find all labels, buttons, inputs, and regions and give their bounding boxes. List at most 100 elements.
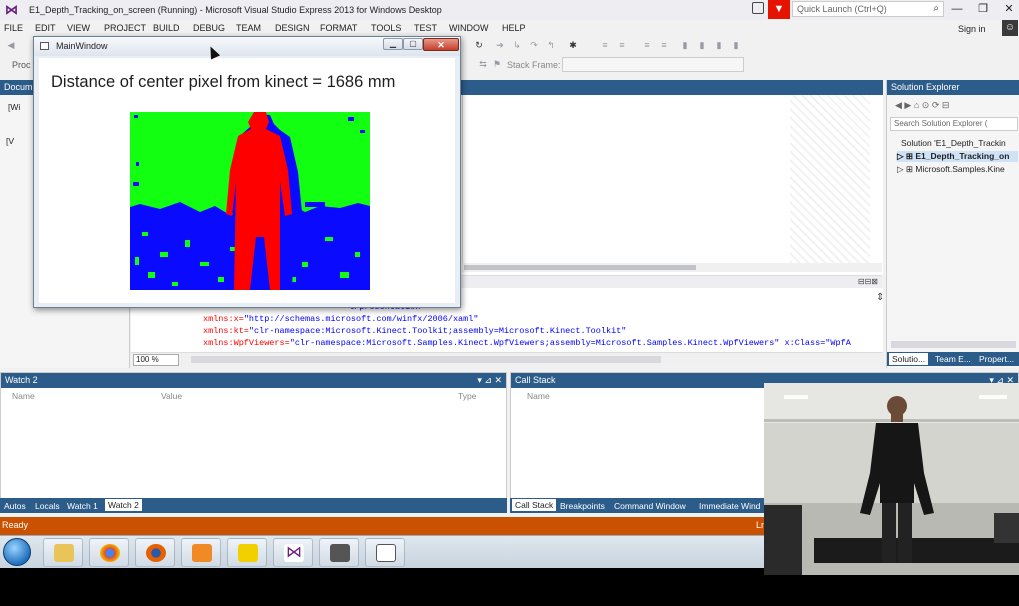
main-window-titlebar[interactable]: MainWindow ▁ ▢ ✕ <box>34 37 460 56</box>
outline-item-view[interactable]: [V <box>6 136 14 146</box>
zoom-select[interactable]: 100 % <box>133 354 179 366</box>
back-icon[interactable]: ◀ <box>6 40 16 50</box>
visual-studio-logo-icon: ⋈ <box>5 2 18 17</box>
step-over-icon[interactable]: ↷ <box>529 40 539 50</box>
depth-image <box>130 112 370 290</box>
step-into-icon[interactable]: ↳ <box>512 40 522 50</box>
indent-icon[interactable]: ≡ <box>642 40 652 50</box>
bookmark-clear-icon[interactable]: ▮ <box>731 40 741 50</box>
editor-zoom-bar: 100 % <box>131 352 883 366</box>
media-player-icon <box>192 544 212 562</box>
step-out-icon[interactable]: ↰ <box>546 40 556 50</box>
menu-format[interactable]: FORMAT <box>320 23 357 33</box>
expand-icon[interactable]: ⇕ <box>876 292 884 303</box>
start-button-icon[interactable] <box>3 538 31 566</box>
menu-window[interactable]: WINDOW <box>449 23 489 33</box>
menu-test[interactable]: TEST <box>414 23 437 33</box>
menu-bar: FILE EDIT VIEW PROJECT BUILD DEBUG TEAM … <box>0 20 1019 36</box>
designer-horizontal-scrollbar[interactable] <box>462 263 882 272</box>
menu-help[interactable]: HELP <box>502 23 526 33</box>
solution-explorer-panel: Solution Explorer ◀ ▶ ⌂ ⊙ ⟳ ⊟ Search Sol… <box>886 80 1019 368</box>
column-name: Name <box>527 391 550 401</box>
tab-properties[interactable]: Propert... <box>979 354 1014 364</box>
outline-item-window[interactable]: [Wi <box>8 102 20 112</box>
menu-project[interactable]: PROJECT <box>104 23 146 33</box>
project-node-e1[interactable]: ▷ ⊞ E1_Depth_Tracking_on <box>897 151 1018 162</box>
taskbar-media-player[interactable] <box>181 538 221 567</box>
tab-watch2[interactable]: Watch 2 <box>105 499 142 511</box>
menu-view[interactable]: VIEW <box>67 23 90 33</box>
restore-icon[interactable]: ❐ <box>972 2 994 17</box>
solution-scrollbar[interactable] <box>891 341 1016 348</box>
status-text: Ready <box>2 520 29 530</box>
bookmark-next-icon[interactable]: ▮ <box>714 40 724 50</box>
close-icon[interactable]: ✕ <box>998 2 1019 17</box>
window-icon <box>40 42 49 50</box>
outdent-icon[interactable]: ≡ <box>659 40 669 50</box>
feedback-icon[interactable] <box>752 2 764 14</box>
align-center-icon[interactable]: ≡ <box>617 40 627 50</box>
tab-solution-explorer[interactable]: Solutio... <box>889 353 929 365</box>
minimize-icon[interactable]: — <box>946 2 968 17</box>
main-window-title: MainWindow <box>56 41 108 51</box>
watch-panel-tabs: Autos Locals Watch 1 Watch 2 <box>0 498 507 513</box>
notification-flag-icon[interactable]: ▼ <box>768 0 790 19</box>
tab-immediate-window[interactable]: Immediate Wind <box>699 501 760 511</box>
menu-build[interactable]: BUILD <box>153 23 180 33</box>
align-left-icon[interactable]: ≡ <box>600 40 610 50</box>
close-icon[interactable]: ✕ <box>423 38 459 51</box>
distance-readout: Distance of center pixel from kinect = 1… <box>51 73 396 91</box>
bookmark-icon[interactable]: ▮ <box>680 40 690 50</box>
watch-panel: Watch 2 ▾ ⊿ ✕ Name Value Type <box>0 372 507 513</box>
xaml-line: xmlns:x="http://schemas.microsoft.com/wi… <box>203 314 479 324</box>
menu-edit[interactable]: EDIT <box>35 23 56 33</box>
menu-tools[interactable]: TOOLS <box>371 23 401 33</box>
taskbar-app[interactable] <box>319 538 359 567</box>
menu-file[interactable]: FILE <box>4 23 23 33</box>
menu-design[interactable]: DESIGN <box>275 23 310 33</box>
stack-frame-label: Stack Frame: <box>507 60 561 70</box>
process-label: Proc <box>12 60 31 70</box>
sign-in-link[interactable]: Sign in <box>958 24 986 34</box>
taskbar-visual-studio[interactable]: ⋈ <box>273 538 313 567</box>
close-icon[interactable]: ▾ ⊿ ✕ <box>477 375 502 386</box>
solution-search-input[interactable]: Search Solution Explorer ( <box>890 117 1018 131</box>
account-icon[interactable]: ☺ <box>1002 20 1018 36</box>
tab-autos[interactable]: Autos <box>4 501 26 511</box>
taskbar-explorer[interactable] <box>43 538 83 567</box>
tab-breakpoints[interactable]: Breakpoints <box>560 501 605 511</box>
watch-header: Watch 2 ▾ ⊿ ✕ <box>1 373 506 388</box>
show-next-statement-icon[interactable]: ➔ <box>495 40 505 50</box>
webcam-overlay <box>764 383 1019 575</box>
flag-icon[interactable]: ⚑ <box>492 59 502 69</box>
menu-team[interactable]: TEAM <box>236 23 261 33</box>
hex-display-icon[interactable]: ✱ <box>568 40 578 50</box>
tab-team-explorer[interactable]: Team E... <box>935 354 971 364</box>
taskbar-pdf[interactable] <box>227 538 267 567</box>
solution-explorer-header: Solution Explorer <box>887 80 1019 95</box>
split-toggle-icon[interactable]: ⊟⊟⊠ <box>858 277 878 286</box>
window-icon <box>376 544 396 562</box>
bookmark-prev-icon[interactable]: ▮ <box>697 40 707 50</box>
tab-watch1[interactable]: Watch 1 <box>67 501 98 511</box>
thread-icon[interactable]: ⇆ <box>478 59 488 69</box>
tab-locals[interactable]: Locals <box>35 501 60 511</box>
menu-debug[interactable]: DEBUG <box>193 23 225 33</box>
pane-splitter[interactable]: ⊟⊟⊠ <box>462 275 882 288</box>
restart-icon[interactable]: ↻ <box>474 40 484 50</box>
main-window-content: Distance of center pixel from kinect = 1… <box>39 58 455 303</box>
xaml-horizontal-scrollbar[interactable] <box>191 356 661 363</box>
tab-command-window[interactable]: Command Window <box>614 501 686 511</box>
taskbar-chrome[interactable] <box>89 538 129 567</box>
tab-call-stack[interactable]: Call Stack <box>512 499 557 511</box>
project-node-kinect-samples[interactable]: ▷ ⊞ Microsoft.Samples.Kine <box>897 164 1005 175</box>
chrome-icon <box>100 544 120 562</box>
stack-frame-select[interactable] <box>562 57 744 72</box>
maximize-icon[interactable]: ▢ <box>403 38 423 50</box>
solution-node[interactable]: Solution 'E1_Depth_Trackin <box>901 138 1006 148</box>
minimize-icon[interactable]: ▁ <box>383 38 403 50</box>
taskbar-firefox[interactable] <box>135 538 175 567</box>
quick-launch-input[interactable]: Quick Launch (Ctrl+Q) ⌕ <box>792 1 944 17</box>
taskbar-mainwindow[interactable] <box>365 538 405 567</box>
depth-image-graphic <box>130 112 370 290</box>
